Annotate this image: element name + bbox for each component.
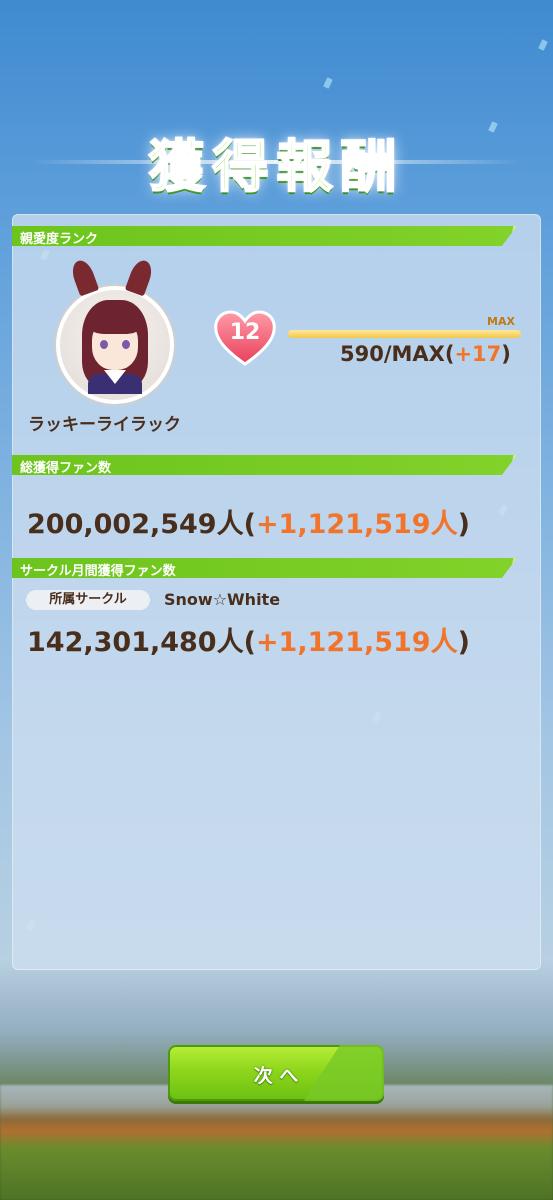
circle-name: Snow☆White <box>164 590 281 609</box>
section-label: サークル月間獲得ファン数 <box>20 564 176 579</box>
circle-fans-value: 142,301,480人(+1,121,519人) <box>27 620 470 659</box>
heart-icon: 12 <box>212 308 278 368</box>
sparkle-decoration <box>323 77 333 89</box>
affinity-value-close: ) <box>501 342 511 366</box>
section-header-total-fans: 総獲得ファン数 <box>12 455 517 475</box>
max-label: MAX <box>487 315 515 328</box>
circle-fans-count: 142,301,480人( <box>27 627 256 658</box>
character-name: ラッキーライラック <box>28 415 181 435</box>
section-label: 親愛度ランク <box>20 232 99 247</box>
character-eye-left <box>100 340 108 349</box>
circle-fans-gain: +1,121,519人 <box>255 627 458 658</box>
total-fans-value: 200,002,549人(+1,121,519人) <box>27 502 470 541</box>
character-eye-right <box>122 340 130 349</box>
total-fans-count: 200,002,549人( <box>27 509 256 540</box>
next-button[interactable]: 次 へ <box>168 1045 384 1101</box>
affinity-progress-fill <box>288 330 521 338</box>
affinity-gain: +17 <box>454 342 502 366</box>
total-fans-gain: +1,121,519人 <box>255 509 458 540</box>
next-button-label: 次 へ <box>253 1065 299 1087</box>
sparkle-decoration <box>538 39 548 51</box>
total-fans-close: ) <box>457 509 470 540</box>
affinity-rank: 12 <box>229 320 261 345</box>
section-header-affinity: 親愛度ランク <box>12 226 517 246</box>
character-avatar <box>56 257 174 404</box>
section-header-circle-fans: サークル月間獲得ファン数 <box>12 558 517 578</box>
affinity-value: 590/MAX(+17) <box>340 342 511 366</box>
circle-fans-close: ) <box>457 627 470 658</box>
page-title: 獲得報酬 <box>148 134 405 201</box>
affinity-value-main: 590/MAX( <box>340 342 455 366</box>
character-bangs <box>90 312 140 334</box>
section-label: 総獲得ファン数 <box>20 461 112 476</box>
affinity-progress-bar <box>288 330 521 338</box>
circle-tag: 所属サークル <box>26 590 150 610</box>
racecourse-background <box>0 1085 553 1200</box>
